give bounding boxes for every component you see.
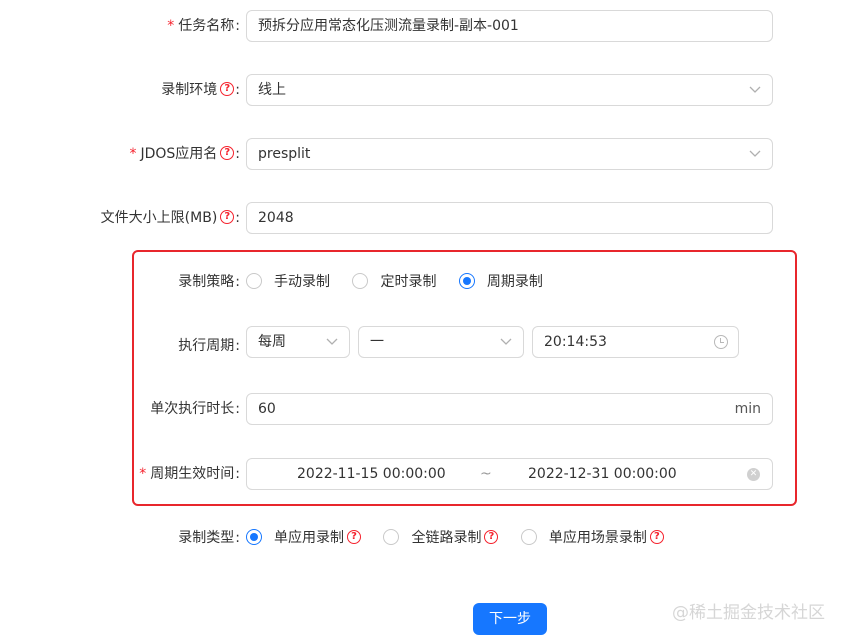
period-frequency-select[interactable]: 每周 <box>246 326 350 358</box>
help-icon[interactable]: ? <box>649 530 664 544</box>
file-limit-row: 文件大小上限(MB)?: 2048 <box>0 202 851 236</box>
period-time-picker[interactable]: 20:14:53 <box>532 326 739 358</box>
strategy-radio-manual[interactable]: 手动录制 <box>246 266 330 298</box>
range-end[interactable]: 2022-12-31 00:00:00 <box>528 459 677 489</box>
help-icon[interactable]: ? <box>220 146 235 160</box>
effective-range-picker[interactable]: 2022-11-15 00:00:00 ~ 2022-12-31 00:00:0… <box>246 458 773 490</box>
help-icon[interactable]: ? <box>220 210 235 224</box>
task-name-label: * 任务名称: <box>167 18 240 34</box>
jdos-app-row: * JDOS应用名?: presplit <box>0 138 851 172</box>
duration-label: 单次执行时长: <box>150 401 240 417</box>
strategy-row: 录制策略: 手动录制 定时录制 周期录制 <box>0 266 851 300</box>
period-label: 执行周期: <box>178 338 240 354</box>
strategy-radio-timed[interactable]: 定时录制 <box>352 266 436 298</box>
jdos-app-label: * JDOS应用名?: <box>129 146 240 162</box>
task-name-input[interactable]: 预拆分应用常态化压测流量录制-副本-001 <box>246 10 773 42</box>
task-name-row: * 任务名称: 预拆分应用常态化压测流量录制-副本-001 <box>0 10 851 44</box>
help-icon[interactable]: ? <box>484 530 499 544</box>
record-type-radio-scene[interactable]: 单应用场景录制? <box>520 522 664 554</box>
record-type-row: 录制类型: 单应用录制? 全链路录制? 单应用场景录制? <box>0 522 851 556</box>
help-icon[interactable]: ? <box>220 82 235 96</box>
strategy-radio-periodic[interactable]: 周期录制 <box>458 266 543 298</box>
jdos-app-select[interactable]: presplit <box>246 138 773 170</box>
effective-row: * 周期生效时间: 2022-11-15 00:00:00 ~ 2022-12-3… <box>0 458 851 492</box>
chevron-down-icon <box>500 327 512 346</box>
chevron-down-icon <box>326 327 338 346</box>
chevron-down-icon <box>749 75 761 94</box>
record-type-radio-single[interactable]: 单应用录制? <box>246 522 361 554</box>
period-row: 执行周期: 每周 一 20:14:53 <box>0 326 851 360</box>
clear-icon[interactable]: ✕ <box>747 468 760 481</box>
chevron-down-icon <box>749 139 761 158</box>
next-button[interactable]: 下一步 <box>473 603 547 635</box>
strategy-radio-group: 手动录制 定时录制 周期录制 <box>246 266 561 298</box>
help-icon[interactable]: ? <box>347 530 361 544</box>
env-select[interactable]: 线上 <box>246 74 773 106</box>
duration-row: 单次执行时长: 60 min <box>0 393 851 427</box>
record-type-label: 录制类型: <box>178 530 240 546</box>
range-separator: ~ <box>480 466 492 482</box>
effective-label: * 周期生效时间: <box>139 466 240 482</box>
file-limit-input[interactable]: 2048 <box>246 202 773 234</box>
duration-unit: min <box>734 401 761 417</box>
record-type-radio-fulllink[interactable]: 全链路录制? <box>383 522 499 554</box>
file-limit-label: 文件大小上限(MB)?: <box>100 210 240 226</box>
range-start[interactable]: 2022-11-15 00:00:00 <box>297 459 446 489</box>
env-label: 录制环境?: <box>161 82 240 98</box>
watermark: @稀土掘金技术社区 <box>672 603 825 623</box>
duration-input[interactable]: 60 min <box>246 393 773 425</box>
env-row: 录制环境?: 线上 <box>0 74 851 108</box>
period-day-select[interactable]: 一 <box>358 326 524 358</box>
strategy-label: 录制策略: <box>178 274 240 290</box>
clock-icon <box>714 335 728 349</box>
record-type-radio-group: 单应用录制? 全链路录制? 单应用场景录制? <box>246 522 682 554</box>
